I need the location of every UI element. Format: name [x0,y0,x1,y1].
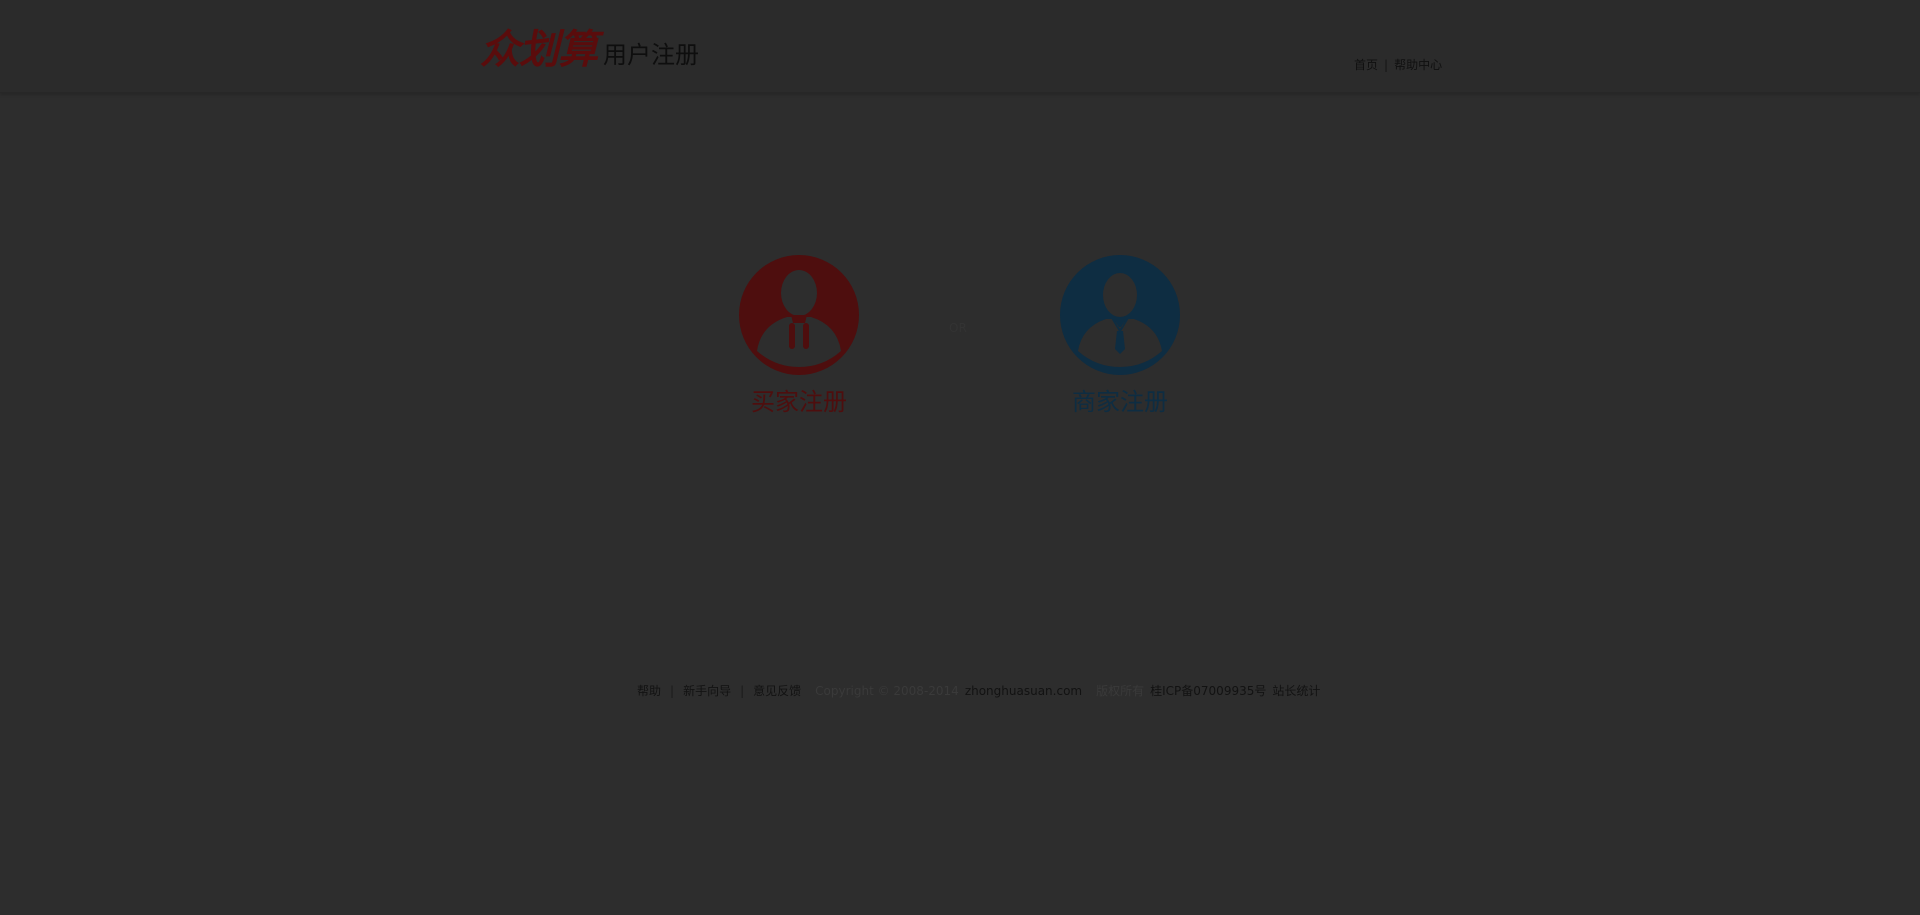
seller-register-label: 商家注册 [1072,388,1168,416]
page: 众划算 用户注册 首页 | 帮助中心 买家注册 OR 商家注册 帮助 | 新手向… [0,0,1920,915]
footer-icp-link[interactable]: 桂ICP备07009935号 [1150,682,1266,699]
footer-divider: | [670,683,675,698]
footer-copyright: Copyright © 2008-2014 [815,683,959,698]
logo[interactable]: 众划算 用户注册 [480,28,699,72]
nav-divider: | [1384,57,1389,72]
footer-guide-link[interactable]: 新手向导 [683,682,731,699]
logo-brand: 众划算 [480,26,598,73]
buyer-register-card[interactable]: 买家注册 [719,255,879,417]
buyer-avatar-icon [739,255,859,375]
nav-home-link[interactable]: 首页 [1354,56,1378,73]
nav-help-center-link[interactable]: 帮助中心 [1394,56,1442,73]
site-footer: 帮助 | 新手向导 | 意见反馈 Copyright © 2008-2014 z… [637,682,1320,699]
seller-register-card[interactable]: 商家注册 [1040,255,1200,417]
footer-domain-link[interactable]: zhonghuasuan.com [965,684,1082,698]
seller-avatar-icon [1060,255,1180,375]
footer-divider: | [740,683,745,698]
footer-feedback-link[interactable]: 意见反馈 [753,682,801,699]
site-header: 众划算 用户注册 首页 | 帮助中心 [0,0,1920,93]
footer-help-link[interactable]: 帮助 [637,682,661,699]
footer-rights: 版权所有 [1096,684,1145,698]
or-divider: OR [949,321,967,335]
top-nav: 首页 | 帮助中心 [1354,56,1442,73]
buyer-register-label: 买家注册 [751,388,847,416]
footer-stats-link[interactable]: 站长统计 [1272,682,1320,699]
page-title: 用户注册 [603,41,699,69]
